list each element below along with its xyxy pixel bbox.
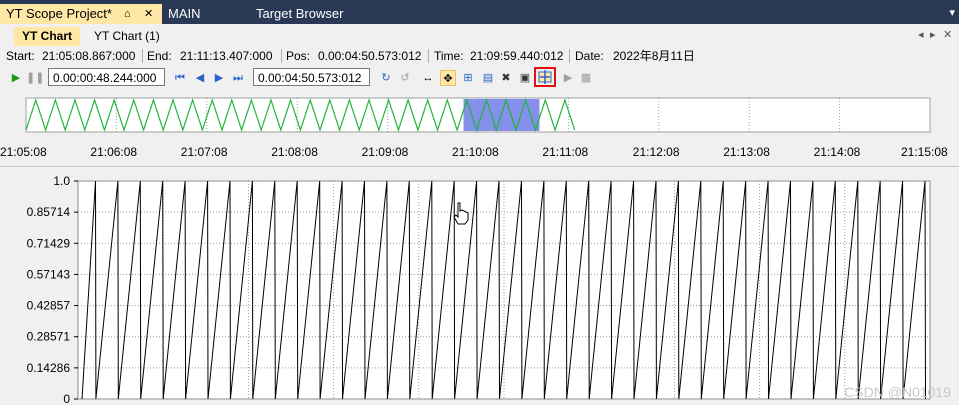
overview-x-tick-label: 21:08:08 (271, 145, 318, 159)
first-icon[interactable]: ⏮ (172, 70, 188, 86)
cursor-off-icon[interactable]: ✖ (498, 70, 514, 86)
end-value: 21:11:13.407:000 (180, 49, 273, 63)
time-value: 21:09:59.440:012 (470, 49, 564, 63)
chart-tab-strip: YT Chart YT Chart (1) ◂ ▸ ✕ (0, 24, 959, 47)
highlighted-export-icon[interactable] (534, 67, 556, 87)
date-value: 2022年8月11日 (613, 49, 695, 63)
screen-icon[interactable]: ▩ (578, 70, 594, 86)
pause-icon[interactable]: ❚❚ (26, 70, 44, 86)
divider (281, 49, 282, 63)
y-tick-label: 0 (63, 392, 70, 405)
prev-icon[interactable]: ◀ (192, 70, 208, 86)
tab-yt-chart[interactable]: YT Chart (14, 27, 81, 46)
divider (142, 49, 143, 63)
zoom-icon[interactable]: ⊞ (460, 70, 476, 86)
date-label: Date: (575, 49, 604, 63)
time-label: Time: (434, 49, 464, 63)
overview-x-tick-label: 21:05:08 (0, 145, 47, 159)
pan-icon[interactable]: ↔ (420, 70, 436, 86)
close-icon[interactable]: ✕ (144, 4, 153, 24)
doc-tab-title: YT Scope Project* (6, 6, 112, 21)
y-tick-label: 0.14286 (27, 361, 71, 375)
pin-icon[interactable]: ⌂ (124, 4, 131, 24)
lock-icon[interactable]: ▣ (517, 70, 533, 86)
overview-x-tick-label: 21:13:08 (723, 145, 770, 159)
last-icon[interactable]: ⏭ (230, 70, 246, 86)
export-icon[interactable]: ▶ (560, 70, 576, 86)
scroll-right-icon[interactable]: ▸ (930, 28, 936, 41)
pos-label: Pos: (286, 49, 311, 63)
tab-yt-chart-1[interactable]: YT Chart (1) (86, 27, 168, 46)
doc-tab-main[interactable]: MAIN (162, 4, 252, 24)
axis-icon[interactable]: ▤ (480, 70, 496, 86)
overview-panel: 21:05:08 21:06:08 21:07:08 21:08:08 21:09:08… (0, 90, 959, 166)
redo-icon[interactable]: ↺ (397, 70, 413, 86)
main-chart-panel: 1.0 0.85714 0.71429 0.57143 0.42857 0.28571 0.… (0, 166, 959, 405)
position-field[interactable]: 0.00:04:50.573:012 (253, 68, 370, 86)
overview-x-tick-label: 21:14:08 (814, 145, 861, 159)
watermark: CSDN @N01019 (844, 384, 951, 400)
duration-field[interactable]: 0.00:00:48.244:000 (48, 68, 165, 86)
end-label: End: (147, 49, 172, 63)
start-label: Start: (6, 49, 35, 63)
toolbar: ▶ ❚❚ 0.00:00:48.244:000 ⏮ ◀ ▶ ⏭ 0.00:04:… (0, 66, 959, 90)
pos-value: 0.00:04:50.573:012 (318, 49, 422, 63)
start-value: 21:05:08.867:000 (42, 49, 136, 63)
tab-dropdown-icon[interactable]: ▾ (949, 6, 955, 19)
doc-tab-target-browser[interactable]: Target Browser (250, 4, 390, 24)
refresh-icon[interactable]: ↻ (378, 70, 394, 86)
main-chart[interactable]: 1.0 0.85714 0.71429 0.57143 0.42857 0.28571 0.… (0, 167, 959, 405)
overview-x-tick-label: 21:06:08 (90, 145, 137, 159)
overview-x-tick-label: 21:15:08 (901, 145, 948, 159)
doc-tab-yt-scope-project[interactable]: YT Scope Project* ⌂ ✕ (0, 4, 162, 24)
divider (569, 49, 570, 63)
y-tick-label: 0.28571 (27, 330, 71, 344)
move-icon[interactable]: ✥ (440, 70, 456, 86)
next-icon[interactable]: ▶ (211, 70, 227, 86)
play-icon[interactable]: ▶ (8, 70, 24, 86)
document-tab-strip: YT Scope Project* ⌂ ✕ MAIN Target Browse… (0, 0, 959, 24)
y-tick-label: 0.42857 (27, 299, 71, 313)
info-row: Start: 21:05:08.867:000 End: 21:11:13.40… (0, 46, 959, 66)
overview-x-tick-label: 21:12:08 (633, 145, 680, 159)
overview-x-tick-label: 21:07:08 (181, 145, 228, 159)
overview-chart[interactable]: 21:05:08 21:06:08 21:07:08 21:08:08 21:09:08… (0, 90, 959, 166)
y-tick-label: 0.85714 (27, 205, 71, 219)
divider (428, 49, 429, 63)
overview-x-tick-label: 21:10:08 (452, 145, 499, 159)
overview-x-tick-label: 21:11:08 (542, 145, 588, 159)
overview-x-tick-label: 21:09:08 (362, 145, 409, 159)
chart-export-icon (538, 70, 552, 84)
y-tick-label: 0.71429 (27, 236, 71, 250)
scroll-left-icon[interactable]: ◂ (918, 28, 924, 41)
y-tick-label: 0.57143 (27, 267, 71, 281)
close-chart-tab-icon[interactable]: ✕ (943, 28, 952, 41)
y-tick-label: 1.0 (53, 174, 70, 188)
